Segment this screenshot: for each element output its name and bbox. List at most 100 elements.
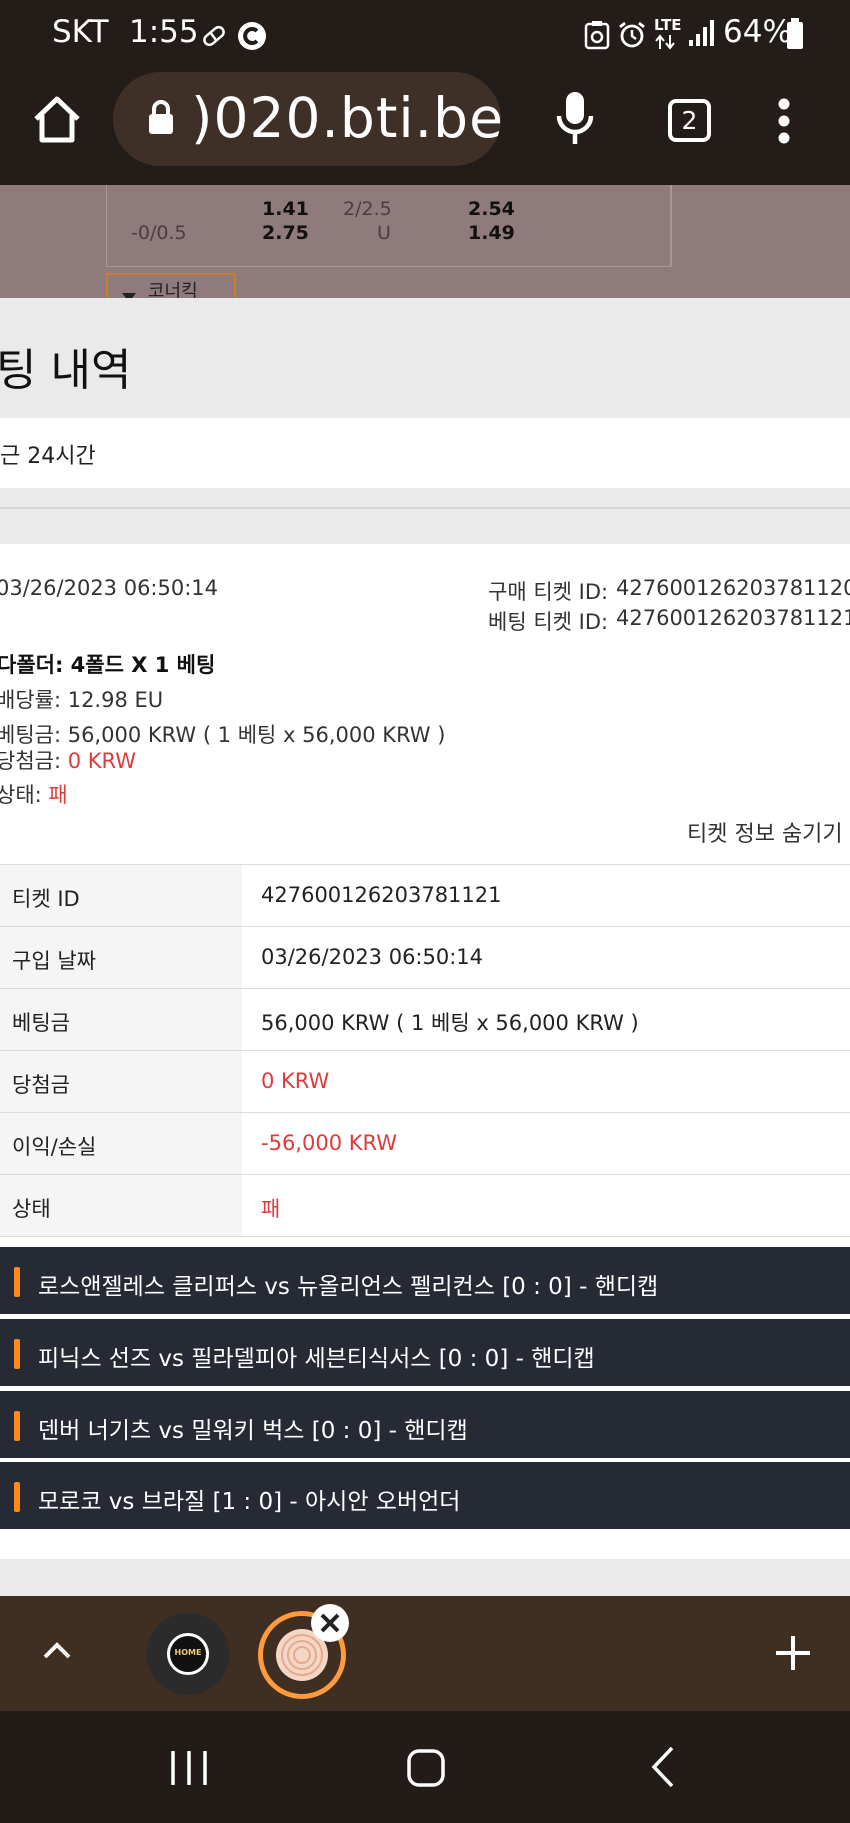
event-accent-bar	[14, 1267, 20, 1297]
system-nav-bar	[0, 1711, 850, 1823]
handicap-line: -0/0.5	[131, 222, 187, 244]
divider	[671, 185, 672, 267]
purchase-id-label: 구매 티켓 ID:	[488, 580, 609, 604]
browser-toolbar: )020.bti.bet 2	[0, 70, 850, 185]
payout-line: 당첨금: 0 KRW	[0, 745, 136, 775]
detail-label-cell: 구입 날짜	[0, 927, 242, 988]
detail-label-cell: 티켓 ID	[0, 865, 242, 926]
battery-percent: 64%	[723, 14, 792, 50]
total-under: U	[377, 222, 391, 244]
detail-row: 당첨금 0 KRW	[0, 1050, 850, 1112]
bet-history-panel: 팅 내역 근 24시간 03/26/2023 06:50:14 구매 티켓 ID…	[0, 298, 850, 1596]
detail-row: 티켓 ID 427600126203781121	[0, 864, 850, 926]
hide-ticket-info-toggle[interactable]: 티켓 정보 숨기기 ∧	[687, 816, 850, 848]
detail-value: 56,000 KRW ( 1 베팅 x 56,000 KRW )	[261, 1011, 639, 1035]
home-icon[interactable]	[31, 94, 83, 150]
odds-bottom-1[interactable]: 2.75	[262, 222, 309, 244]
detail-label: 상태	[12, 1197, 51, 1221]
event-accent-bar	[14, 1411, 20, 1441]
status-line: 상태: 패	[0, 779, 68, 809]
detail-label: 당첨금	[12, 1073, 70, 1097]
event-accent-bar	[14, 1482, 20, 1512]
corner-dropdown[interactable]: 코너킥	[106, 273, 236, 298]
event-accent-bar	[14, 1339, 20, 1369]
more-vert-icon[interactable]	[776, 98, 792, 148]
bet-type: 다폴더: 4폴드 X 1 베팅	[0, 653, 216, 677]
close-icon	[317, 1610, 343, 1640]
bet-id-value: 427600126203781121	[616, 606, 850, 630]
event-row[interactable]: 모로코 vs 브라질 [1 : 0] - 아시안 오버언더	[0, 1462, 850, 1529]
background-page: -0/0.5 1.41 2.75 2/2.5 U 2.54 1.49 코너킥	[0, 185, 850, 298]
period-selector[interactable]: 근 24시간	[0, 418, 850, 488]
detail-value: 427600126203781121	[261, 883, 502, 907]
network-type: LTE	[654, 16, 682, 34]
bubble-bar: HOME	[0, 1596, 850, 1711]
tab-switcher-button[interactable]: 2	[668, 99, 711, 142]
status-value: 패	[48, 783, 68, 807]
total-line: 2/2.5	[343, 198, 392, 220]
lock-icon	[146, 98, 176, 142]
caret-down-icon	[122, 287, 136, 298]
event-title: 덴버 너기츠 vs 밀워키 벅스 [0 : 0] - 핸디캡	[38, 1418, 468, 1444]
event-row[interactable]: 덴버 너기츠 vs 밀워키 벅스 [0 : 0] - 핸디캡	[0, 1391, 850, 1458]
bet-id-label: 베팅 티켓 ID:	[488, 610, 609, 634]
home-logo-label: HOME	[174, 1648, 202, 1657]
odds-line: 배당률: 12.98 EU	[0, 688, 164, 712]
signal-icon	[688, 18, 716, 52]
chevron-up-icon[interactable]	[42, 1640, 72, 1664]
separator	[0, 507, 850, 509]
ticket-detail-table: 티켓 ID 427600126203781121 구입 날짜 03/26/2023 0…	[0, 864, 850, 1237]
detail-row: 이익/손실 -56,000 KRW	[0, 1112, 850, 1174]
detail-value: 03/26/2023 06:50:14	[261, 945, 484, 969]
pill-icon	[200, 22, 228, 54]
detail-row: 구입 날짜 03/26/2023 06:50:14	[0, 926, 850, 988]
clock: 1:55	[129, 14, 199, 50]
detail-label: 베팅금	[12, 1011, 70, 1035]
detail-row: 상태 패	[0, 1174, 850, 1236]
recents-icon[interactable]	[170, 1749, 208, 1791]
detail-label-cell: 베팅금	[0, 989, 242, 1050]
detail-value: 0 KRW	[261, 1069, 330, 1093]
table-bottom-border	[0, 1236, 850, 1237]
ticket-datetime: 03/26/2023 06:50:14	[0, 576, 219, 600]
payout-value: 0 KRW	[67, 749, 137, 773]
event-title: 로스앤젤레스 클리퍼스 vs 뉴올리언스 펠리컨스 [0 : 0] - 핸디캡	[38, 1274, 659, 1300]
plus-icon[interactable]	[774, 1634, 812, 1676]
detail-value: -56,000 KRW	[261, 1131, 398, 1155]
event-title: 피닉스 선즈 vs 필라델피아 세븐티식서스 [0 : 0] - 핸디캡	[38, 1346, 595, 1372]
payout-label: 당첨금:	[0, 749, 68, 773]
home-button-icon[interactable]	[406, 1748, 446, 1792]
detail-row: 베팅금 56,000 KRW ( 1 베팅 x 56,000 KRW )	[0, 988, 850, 1050]
detail-label-cell: 이익/손실	[0, 1113, 242, 1174]
home-app-bubble[interactable]: HOME	[147, 1613, 229, 1695]
detail-label-cell: 상태	[0, 1175, 242, 1236]
c-badge-icon	[237, 21, 267, 55]
event-row[interactable]: 피닉스 선즈 vs 필라델피아 세븐티식서스 [0 : 0] - 핸디캡	[0, 1319, 850, 1386]
data-arrows-icon	[654, 34, 676, 54]
carrier: SKT	[52, 14, 109, 50]
page-title: 팅 내역	[0, 345, 132, 396]
event-row[interactable]: 로스앤젤레스 클리퍼스 vs 뉴올리언스 펠리컨스 [0 : 0] - 핸디캡	[0, 1247, 850, 1314]
url-text: )020.bti.bet	[191, 86, 501, 150]
corner-dropdown-label: 코너킥	[148, 281, 198, 298]
detail-value: 패	[261, 1197, 281, 1221]
detail-label: 구입 날짜	[12, 949, 96, 973]
alarm-icon	[617, 20, 647, 54]
detail-label: 이익/손실	[12, 1135, 97, 1159]
recycle-icon	[584, 20, 610, 54]
home-logo-icon: HOME	[167, 1633, 209, 1675]
odds-bottom-2[interactable]: 1.49	[468, 222, 515, 244]
purchase-id-value: 427600126203781120	[616, 576, 850, 600]
odds-top-2[interactable]: 2.54	[468, 198, 515, 220]
battery-icon	[786, 18, 804, 54]
status-bar: SKT 1:55 LTE 64%	[0, 0, 850, 70]
address-bar[interactable]: )020.bti.bet	[113, 72, 501, 166]
close-bubble-button[interactable]	[311, 1604, 349, 1642]
odds-top-1[interactable]: 1.41	[262, 198, 309, 220]
status-label: 상태:	[0, 783, 49, 807]
detail-label: 티켓 ID	[12, 887, 80, 911]
back-icon[interactable]	[650, 1745, 676, 1793]
microphone-icon[interactable]	[555, 90, 595, 150]
period-label: 근 24시간	[0, 444, 96, 469]
event-title: 모로코 vs 브라질 [1 : 0] - 아시안 오버언더	[38, 1489, 461, 1515]
